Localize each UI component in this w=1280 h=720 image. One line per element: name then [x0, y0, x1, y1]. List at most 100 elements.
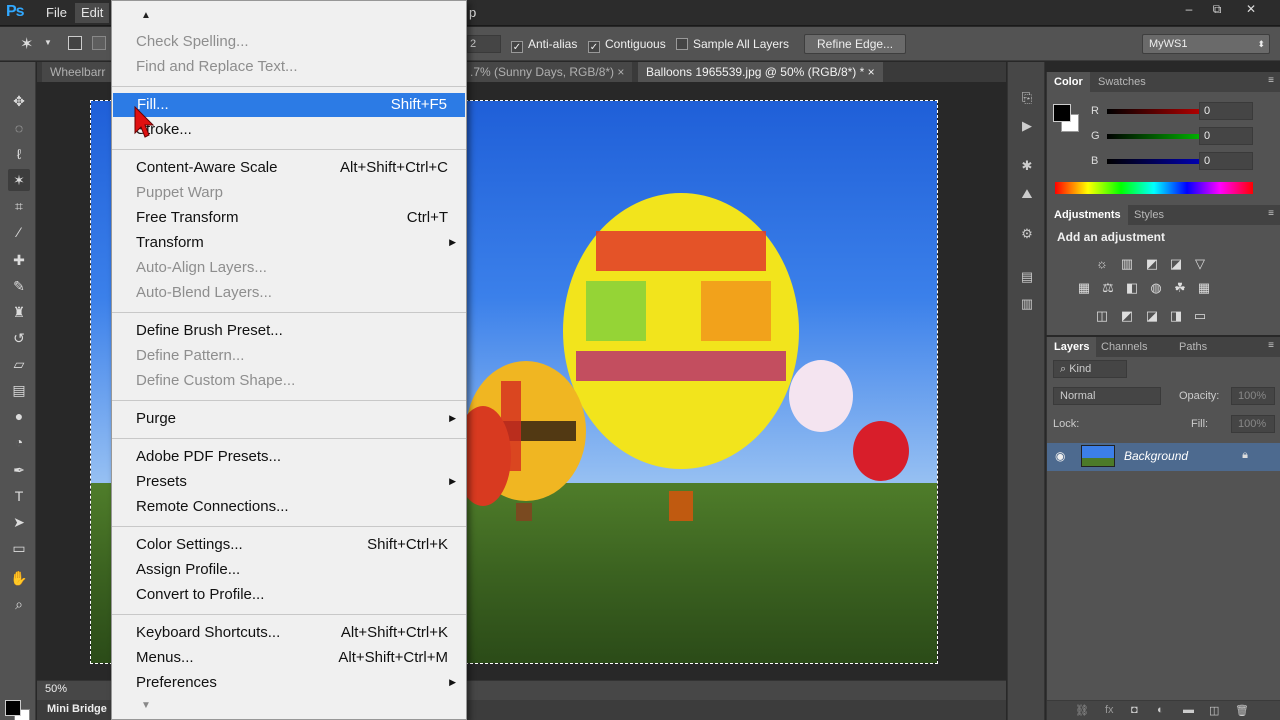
layer-kind-filter[interactable]: ⌕ Kind — [1053, 360, 1127, 378]
new-layer-icon[interactable]: ◫ — [1209, 704, 1219, 717]
stamp-tool-icon[interactable]: ♜ — [8, 301, 30, 323]
brightness-icon[interactable]: ☼ — [1093, 255, 1111, 273]
paragraph-panel-icon[interactable]: ▥ — [1017, 294, 1037, 314]
tab-styles[interactable]: Styles — [1127, 205, 1171, 225]
channel-mixer-icon[interactable]: ☘ — [1171, 279, 1189, 297]
eyedropper-tool-icon[interactable]: ⁄ — [8, 221, 30, 243]
layer-name[interactable]: Background — [1124, 449, 1188, 463]
dodge-tool-icon[interactable]: ◔ — [8, 431, 30, 453]
tab-layers[interactable]: Layers — [1047, 337, 1097, 357]
eraser-tool-icon[interactable]: ▱ — [8, 353, 30, 375]
menu-item-find-and-replace-text[interactable]: Find and Replace Text... — [112, 55, 466, 79]
hand-tool-icon[interactable]: ✋ — [8, 567, 30, 589]
threshold-icon[interactable]: ◪ — [1143, 307, 1161, 325]
menu-item-assign-profile[interactable]: Assign Profile... — [112, 558, 466, 582]
add-selection-icon[interactable] — [92, 36, 106, 50]
zoom-tool-icon[interactable]: ⌕ — [8, 593, 30, 615]
pen-tool-icon[interactable]: ✒ — [8, 459, 30, 481]
photo-filter-icon[interactable]: ◍ — [1147, 279, 1165, 297]
blend-mode-select[interactable]: Normal — [1053, 387, 1161, 405]
magic-wand-tool-icon[interactable]: ✶ — [8, 169, 30, 191]
menu-item-auto-blend-layers[interactable]: Auto-Blend Layers... — [112, 281, 466, 305]
red-value[interactable]: 0 — [1199, 102, 1253, 120]
brush-tool-icon[interactable]: ✎ — [8, 275, 30, 297]
color-spectrum-bar[interactable] — [1055, 182, 1253, 194]
exposure-icon[interactable]: ◪ — [1167, 255, 1185, 273]
tolerance-field[interactable]: 2 — [467, 35, 501, 53]
scroll-up-icon[interactable]: ▲ — [140, 10, 152, 22]
menu-item-convert-to-profile[interactable]: Convert to Profile... — [112, 583, 466, 607]
adjustment-layer-icon[interactable]: ◐ — [1157, 704, 1164, 716]
fill-field[interactable]: 100% — [1231, 415, 1275, 433]
menu-item-keyboard-shortcuts[interactable]: Keyboard Shortcuts... Alt+Shift+Ctrl+K — [112, 621, 466, 645]
type-tool-icon[interactable]: T — [8, 485, 30, 507]
tab-balloons[interactable]: Balloons 1965539.jpg @ 50% (RGB/8*) * × — [638, 62, 883, 82]
close-icon[interactable]: ✕ — [1237, 0, 1265, 18]
menu-item-auto-align-layers[interactable]: Auto-Align Layers... — [112, 256, 466, 280]
link-layers-icon[interactable]: ⛓ — [1075, 704, 1089, 717]
menu-item-check-spelling[interactable]: Check Spelling... — [112, 30, 466, 54]
tab-wheelbarrow[interactable]: Wheelbarr — [42, 62, 114, 82]
tab-paths[interactable]: Paths — [1172, 337, 1214, 357]
new-group-icon[interactable]: ▬ — [1183, 704, 1194, 716]
tab-color[interactable]: Color — [1047, 72, 1090, 92]
zoom-level[interactable]: 50% — [45, 683, 67, 695]
healing-brush-icon[interactable]: ✚ — [8, 249, 30, 271]
red-slider[interactable]: R 0 — [1055, 102, 1275, 122]
menu-item-menus[interactable]: Menus... Alt+Shift+Ctrl+M — [112, 646, 466, 670]
blue-slider[interactable]: B 0 — [1055, 152, 1275, 172]
sample-all-layers-checkbox[interactable]: Sample All Layers — [676, 36, 789, 52]
menu-file[interactable]: File — [40, 3, 73, 23]
menu-item-puppet-warp[interactable]: Puppet Warp — [112, 181, 466, 205]
crop-tool-icon[interactable]: ⌗ — [8, 195, 30, 217]
menu-item-stroke[interactable]: Stroke... — [112, 118, 466, 142]
panel-menu-icon[interactable]: ≡ — [1268, 75, 1274, 86]
anti-alias-checkbox[interactable]: ✓ Anti-alias — [511, 36, 577, 53]
menu-item-remote-connections[interactable]: Remote Connections... — [112, 495, 466, 519]
fx-icon[interactable]: fx — [1105, 704, 1114, 716]
panel-menu-icon[interactable]: ≡ — [1268, 340, 1274, 351]
history-brush-icon[interactable]: ↺ — [8, 327, 30, 349]
menu-item-preferences[interactable]: Preferences ▶ — [112, 671, 466, 695]
character-panel-icon[interactable]: ▤ — [1017, 267, 1037, 287]
contiguous-checkbox[interactable]: ✓ Contiguous — [588, 36, 666, 53]
actions-panel-icon[interactable]: ▶ — [1017, 116, 1037, 136]
layer-background[interactable]: ◉ Background 🔒︎ — [1047, 443, 1280, 471]
hue-saturation-icon[interactable]: ▦ — [1075, 279, 1093, 297]
tab-adjustments[interactable]: Adjustments — [1047, 205, 1128, 225]
path-selection-icon[interactable]: ➤ — [8, 511, 30, 533]
lasso-tool-icon[interactable]: ℓ — [8, 143, 30, 165]
selective-color-icon[interactable]: ▭ — [1191, 307, 1209, 325]
opacity-field[interactable]: 100% — [1231, 387, 1275, 405]
tab-sunny-days[interactable]: .7% (Sunny Days, RGB/8*) × — [462, 62, 633, 82]
move-tool-icon[interactable]: ✥ — [8, 90, 30, 112]
menu-item-define-custom-shape[interactable]: Define Custom Shape... — [112, 369, 466, 393]
blur-tool-icon[interactable]: ● — [8, 405, 30, 427]
posterize-icon[interactable]: ◩ — [1118, 307, 1136, 325]
workspace-select[interactable]: MyWS1 ⬍ — [1142, 34, 1270, 54]
vibrance-icon[interactable]: ▽ — [1191, 255, 1209, 273]
magic-wand-icon[interactable]: ✶ — [20, 34, 33, 54]
eye-icon[interactable]: ◉ — [1055, 449, 1065, 463]
color-balance-icon[interactable]: ⚖ — [1099, 279, 1117, 297]
levels-icon[interactable]: ▥ — [1118, 255, 1136, 273]
gradient-map-icon[interactable]: ◨ — [1167, 307, 1185, 325]
marquee-tool-icon[interactable]: ◌ — [8, 117, 30, 139]
menu-item-fill[interactable]: Fill... Shift+F5 — [113, 93, 465, 117]
menu-item-presets[interactable]: Presets ▶ — [112, 470, 466, 494]
refine-edge-button[interactable]: Refine Edge... — [804, 34, 907, 54]
history-panel-icon[interactable]: ⎘ — [1017, 88, 1037, 108]
gradient-tool-icon[interactable]: ▤ — [8, 379, 30, 401]
tool-presets-icon[interactable]: ⚙ — [1017, 224, 1037, 244]
minimize-icon[interactable]: – — [1175, 0, 1203, 18]
black-white-icon[interactable]: ◧ — [1123, 279, 1141, 297]
menu-item-adobe-pdf-presets[interactable]: Adobe PDF Presets... — [112, 445, 466, 469]
menu-item-free-transform[interactable]: Free Transform Ctrl+T — [112, 206, 466, 230]
menu-item-purge[interactable]: Purge ▶ — [112, 407, 466, 431]
trash-icon[interactable]: 🗑︎ — [1235, 704, 1249, 717]
green-slider[interactable]: G 0 — [1055, 127, 1275, 147]
clone-source-icon[interactable]: ⛰ — [1017, 184, 1037, 204]
add-mask-icon[interactable]: ◘ — [1131, 704, 1138, 716]
blue-value[interactable]: 0 — [1199, 152, 1253, 170]
new-selection-icon[interactable] — [68, 36, 82, 50]
